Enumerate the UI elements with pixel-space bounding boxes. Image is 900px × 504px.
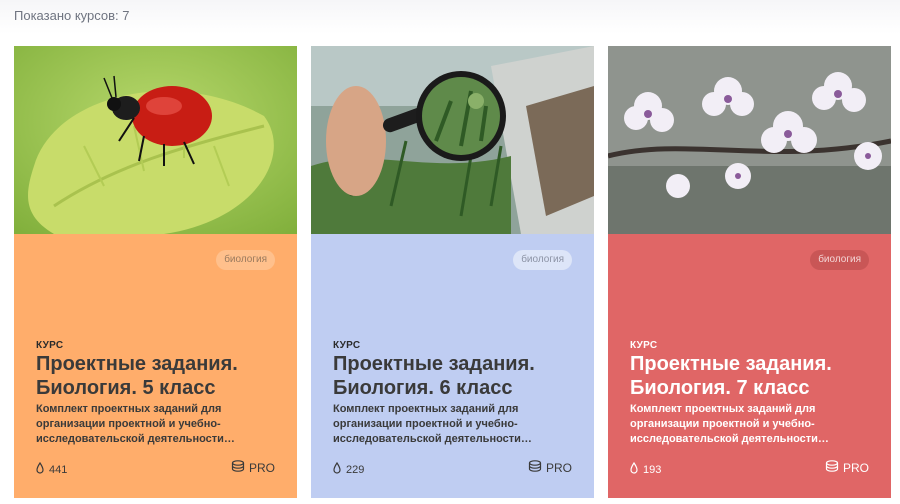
coins-icon — [825, 460, 839, 475]
coins-icon — [231, 460, 245, 475]
views-counter: 441 — [36, 461, 68, 477]
course-image-blossoms[interactable] — [608, 46, 891, 234]
pro-label: PRO — [545, 460, 572, 475]
views-icon — [36, 461, 44, 477]
card-title[interactable]: Проектные задания. Биология. 7 класс — [630, 352, 880, 400]
card-type: КУРС — [630, 340, 658, 351]
pro-badge: PRO — [231, 460, 275, 475]
coins-icon — [528, 460, 542, 475]
card-body: биология КУРС Проектные задания. Биологи… — [14, 234, 297, 498]
card-type: КУРС — [333, 340, 361, 351]
subject-tag[interactable]: биология — [810, 250, 869, 270]
views-count: 193 — [643, 463, 662, 476]
card-body: биология КУРС Проектные задания. Биологи… — [608, 234, 891, 498]
course-card[interactable]: биология КУРС Проектные задания. Биологи… — [608, 46, 891, 498]
card-type: КУРС — [36, 340, 64, 351]
subject-tag[interactable]: биология — [513, 250, 572, 270]
views-count: 229 — [346, 463, 365, 476]
card-description: Комплект проектных заданий для организац… — [36, 403, 235, 445]
pro-badge: PRO — [825, 460, 869, 475]
card-description: Комплект проектных заданий для организац… — [630, 403, 829, 445]
course-card[interactable]: биология КУРС Проектные задания. Биологи… — [14, 46, 297, 498]
card-description: Комплект проектных заданий для организац… — [333, 403, 532, 445]
views-count: 441 — [49, 463, 68, 476]
views-counter: 229 — [333, 461, 365, 477]
views-icon — [333, 461, 341, 477]
course-image-magnifier[interactable] — [311, 46, 594, 234]
subject-tag[interactable]: биология — [216, 250, 275, 270]
card-title[interactable]: Проектные задания. Биология. 5 класс — [36, 352, 286, 400]
pro-label: PRO — [842, 460, 869, 475]
pro-badge: PRO — [528, 460, 572, 475]
course-image-ladybug[interactable] — [14, 46, 297, 234]
views-icon — [630, 461, 638, 477]
card-body: биология КУРС Проектные задания. Биологи… — [311, 234, 594, 498]
results-count: Показано курсов: 7 — [14, 8, 130, 23]
course-card[interactable]: биология КУРС Проектные задания. Биологи… — [311, 46, 594, 498]
pro-label: PRO — [248, 460, 275, 475]
top-bar — [0, 0, 900, 34]
card-title[interactable]: Проектные задания. Биология. 6 класс — [333, 352, 583, 400]
views-counter: 193 — [630, 461, 662, 477]
